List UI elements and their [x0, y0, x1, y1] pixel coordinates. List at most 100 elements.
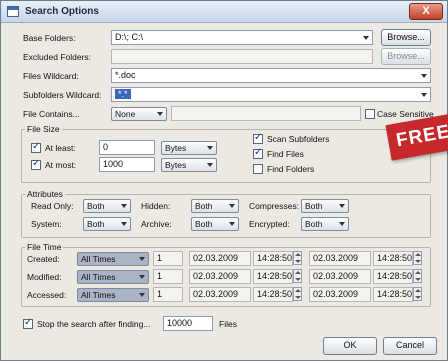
excluded-folders-browse-button[interactable]: Browse...: [381, 48, 431, 65]
archive-value: Both: [195, 219, 213, 229]
cancel-button[interactable]: Cancel: [383, 337, 437, 355]
created-label: Created:: [27, 254, 60, 264]
find-files-label: Find Files: [267, 149, 304, 159]
file-time-title: File Time: [25, 242, 64, 252]
modified-mode-select[interactable]: All Times: [77, 270, 149, 284]
at-most-unit-select[interactable]: Bytes: [161, 158, 217, 172]
at-most-unit-value: Bytes: [165, 160, 187, 170]
at-most-checkbox[interactable]: [31, 158, 41, 170]
stop-search-count-input[interactable]: 10000: [163, 316, 213, 331]
accessed-date-from[interactable]: 02.03.2009: [189, 287, 251, 302]
compressed-value: Both: [305, 201, 323, 211]
accessed-time-from[interactable]: 14:28:50: [253, 287, 293, 302]
scan-subfolders-checkbox[interactable]: [253, 132, 263, 144]
chevron-down-icon: [339, 222, 345, 226]
system-value: Both: [87, 219, 105, 229]
base-folders-input[interactable]: D:\; C:\: [111, 30, 373, 45]
modified-time-to-spinner[interactable]: [413, 269, 422, 283]
at-least-unit-value: Bytes: [165, 143, 187, 153]
created-num-input[interactable]: 1: [153, 251, 183, 266]
attributes-title: Attributes: [25, 189, 65, 199]
hidden-value: Both: [195, 201, 213, 211]
file-contains-mode-select[interactable]: None: [111, 107, 167, 121]
at-least-unit-select[interactable]: Bytes: [161, 141, 217, 155]
base-folders-label: Base Folders:: [23, 33, 76, 43]
chevron-down-icon: [229, 204, 235, 208]
file-contains-input[interactable]: [171, 106, 361, 121]
at-least-checkbox[interactable]: [31, 141, 41, 153]
file-contains-mode-value: None: [115, 109, 136, 119]
accessed-time-to[interactable]: 14:28:50: [373, 287, 413, 302]
search-options-window: Search Options X Base Folders: D:\; C:\ …: [0, 0, 448, 361]
read-only-label: Read Only:: [31, 201, 74, 211]
system-label: System:: [31, 219, 62, 229]
file-size-group: [21, 129, 431, 183]
chevron-down-icon: [363, 36, 369, 40]
chevron-down-icon: [121, 204, 127, 208]
accessed-label: Accessed:: [27, 290, 67, 300]
encrypted-value: Both: [305, 219, 323, 229]
files-wildcard-label: Files Wildcard:: [23, 71, 79, 81]
accessed-date-to[interactable]: 02.03.2009: [309, 287, 371, 302]
files-wildcard-input[interactable]: *.doc: [111, 68, 431, 83]
modified-date-to[interactable]: 02.03.2009: [309, 269, 371, 284]
hidden-label: Hidden:: [141, 201, 171, 211]
created-date-to[interactable]: 02.03.2009: [309, 251, 371, 266]
file-size-title: File Size: [25, 124, 62, 134]
encrypted-label: Encrypted:: [249, 219, 290, 229]
accessed-mode-select[interactable]: All Times: [77, 288, 149, 302]
created-mode-select[interactable]: All Times: [77, 252, 149, 266]
subfolders-wildcard-input[interactable]: *.*: [111, 87, 431, 102]
accessed-num-input[interactable]: 1: [153, 287, 183, 302]
stop-search-label: Stop the search after finding...: [37, 319, 151, 329]
chevron-down-icon: [339, 204, 345, 208]
modified-time-from-spinner[interactable]: [293, 269, 302, 283]
modified-time-from[interactable]: 14:28:50: [253, 269, 293, 284]
excluded-folders-input[interactable]: [111, 49, 373, 64]
at-least-input[interactable]: 0: [99, 140, 155, 155]
chevron-down-icon: [139, 275, 145, 279]
modified-date-from[interactable]: 02.03.2009: [189, 269, 251, 284]
chevron-down-icon: [207, 146, 213, 150]
close-button[interactable]: X: [409, 3, 443, 20]
base-folders-value: D:\; C:\: [115, 32, 144, 42]
created-time-to[interactable]: 14:28:50: [373, 251, 413, 266]
encrypted-select[interactable]: Both: [301, 217, 349, 231]
read-only-select[interactable]: Both: [83, 199, 131, 213]
subfolders-wildcard-value: *.*: [115, 89, 131, 99]
chevron-down-icon: [421, 74, 427, 78]
system-select[interactable]: Both: [83, 217, 131, 231]
ok-button[interactable]: OK: [323, 337, 377, 355]
file-contains-label: File Contains...: [23, 109, 80, 119]
modified-time-to[interactable]: 14:28:50: [373, 269, 413, 284]
created-time-to-spinner[interactable]: [413, 251, 422, 265]
files-wildcard-value: *.doc: [115, 70, 136, 80]
accessed-mode-value: All Times: [81, 290, 116, 300]
stop-search-suffix: Files: [219, 319, 237, 329]
compressed-select[interactable]: Both: [301, 199, 349, 213]
compressed-label: Compresses:: [249, 201, 300, 211]
chevron-down-icon: [229, 222, 235, 226]
accessed-time-to-spinner[interactable]: [413, 287, 422, 301]
subfolders-wildcard-label: Subfolders Wildcard:: [23, 90, 102, 100]
case-sensitive-checkbox[interactable]: [365, 109, 375, 119]
scan-subfolders-label: Scan Subfolders: [267, 134, 330, 144]
created-time-from-spinner[interactable]: [293, 251, 302, 265]
find-folders-checkbox[interactable]: [253, 164, 263, 174]
at-most-label: At most:: [45, 160, 77, 170]
base-folders-browse-button[interactable]: Browse...: [381, 29, 431, 46]
hidden-select[interactable]: Both: [191, 199, 239, 213]
modified-num-input[interactable]: 1: [153, 269, 183, 284]
stop-search-checkbox[interactable]: [23, 317, 33, 329]
at-least-label: At least:: [45, 143, 76, 153]
archive-select[interactable]: Both: [191, 217, 239, 231]
chevron-down-icon: [157, 112, 163, 116]
chevron-down-icon: [421, 93, 427, 97]
created-time-from[interactable]: 14:28:50: [253, 251, 293, 266]
created-date-from[interactable]: 02.03.2009: [189, 251, 251, 266]
at-most-input[interactable]: 1000: [99, 157, 155, 172]
find-files-checkbox[interactable]: [253, 147, 263, 159]
find-folders-label: Find Folders: [267, 164, 315, 174]
archive-label: Archive:: [141, 219, 172, 229]
accessed-time-from-spinner[interactable]: [293, 287, 302, 301]
